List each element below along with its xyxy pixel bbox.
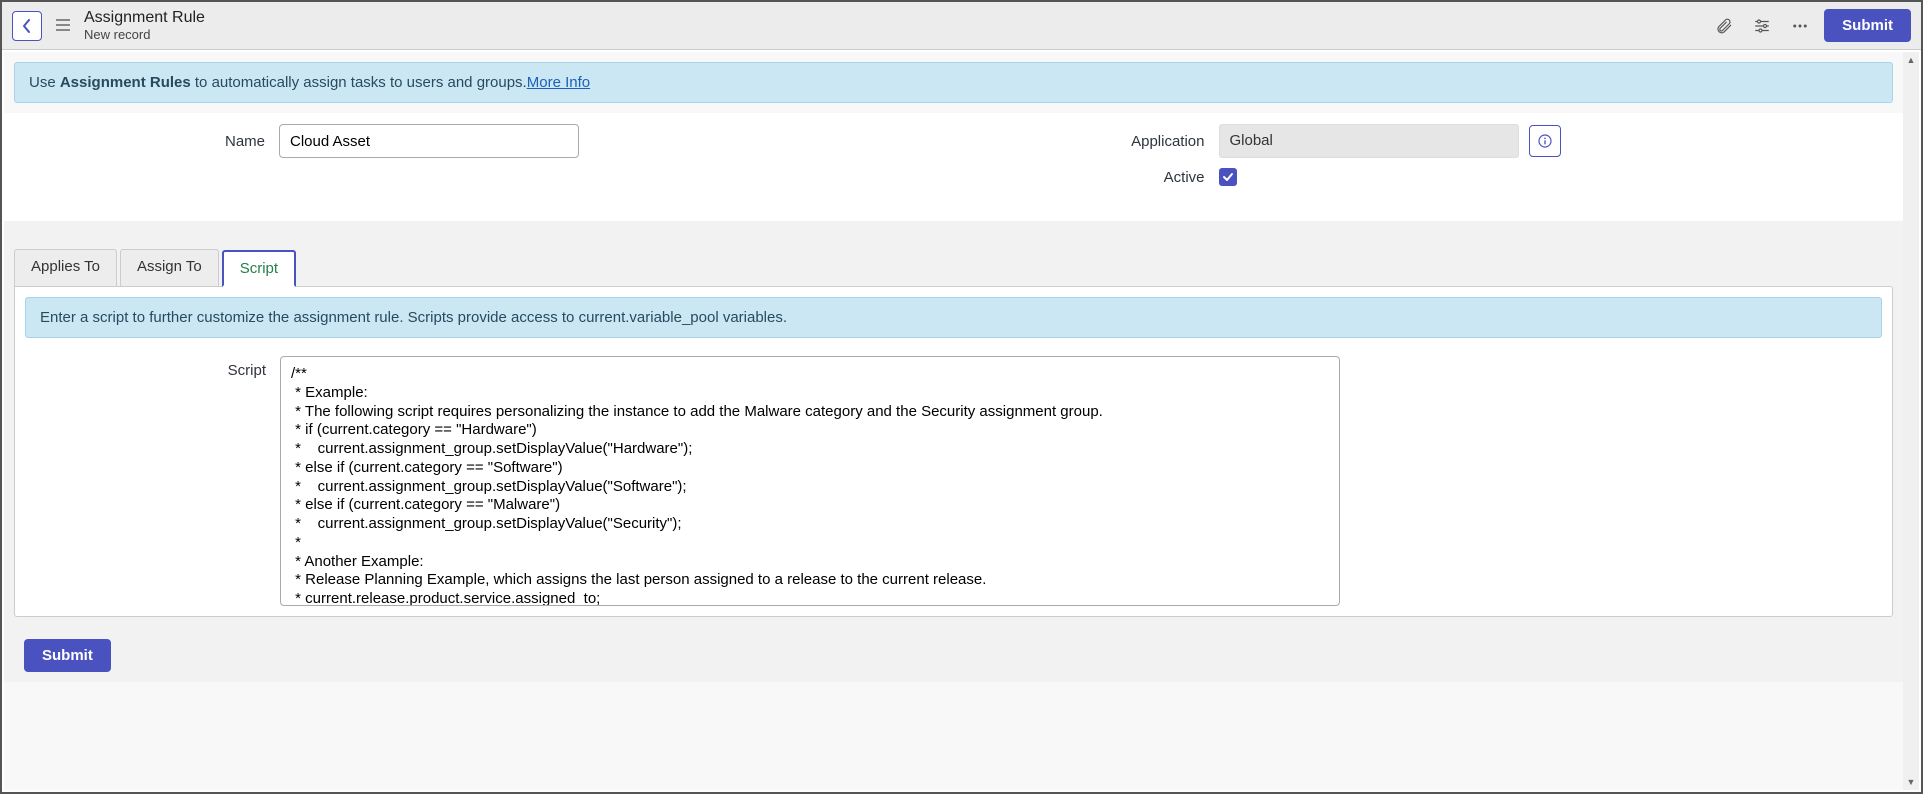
tabs-row: Applies To Assign To Script [14,249,1893,286]
tab-script[interactable]: Script [222,250,296,287]
submit-button-top[interactable]: Submit [1824,9,1911,42]
script-textarea[interactable] [280,356,1340,606]
submit-button-bottom[interactable]: Submit [24,639,111,672]
more-info-link[interactable]: More Info [527,74,590,91]
application-field: Global [1219,124,1519,158]
application-label: Application [954,133,1219,150]
scrollbar-up-button[interactable]: ▲ [1903,52,1919,68]
back-button[interactable] [12,11,42,41]
name-input[interactable] [279,124,579,158]
script-label: Script [25,356,280,379]
scrollbar[interactable]: ▲ ▼ [1903,52,1919,790]
sliders-icon [1753,17,1771,35]
page-subtitle: New record [84,27,205,43]
form-section: Name Application Global Active [4,113,1903,221]
info-banner-suffix: to automatically assign tasks to users a… [191,74,527,91]
tab-applies-to[interactable]: Applies To [14,249,117,286]
more-actions-button[interactable] [1786,12,1814,40]
tab-assign-to[interactable]: Assign To [120,249,219,286]
app-window: Assignment Rule New record Submit Use As… [0,0,1923,794]
page-title: Assignment Rule [84,8,205,27]
menu-icon[interactable] [52,18,74,34]
attachments-button[interactable] [1710,12,1738,40]
dots-horizontal-icon [1791,17,1809,35]
active-label: Active [954,169,1219,186]
info-banner-prefix: Use [29,74,60,91]
active-checkbox[interactable] [1219,168,1237,186]
info-banner-bold: Assignment Rules [60,74,191,91]
page-title-block: Assignment Rule New record [84,8,205,43]
page-header: Assignment Rule New record Submit [2,2,1921,50]
content-area: Use Assignment Rules to automatically as… [4,52,1903,790]
hamburger-icon [56,19,70,31]
chevron-left-icon [22,19,32,33]
info-icon [1537,133,1553,149]
scrollbar-down-button[interactable]: ▼ [1903,774,1919,790]
info-banner: Use Assignment Rules to automatically as… [14,62,1893,103]
name-label: Name [14,133,279,150]
settings-button[interactable] [1748,12,1776,40]
tabs-area: Applies To Assign To Script Enter a scri… [4,221,1903,682]
script-info-banner: Enter a script to further customize the … [25,297,1882,338]
application-info-button[interactable] [1529,125,1561,157]
paperclip-icon [1715,17,1733,35]
script-tab-panel: Enter a script to further customize the … [14,286,1893,617]
check-icon [1222,171,1234,183]
